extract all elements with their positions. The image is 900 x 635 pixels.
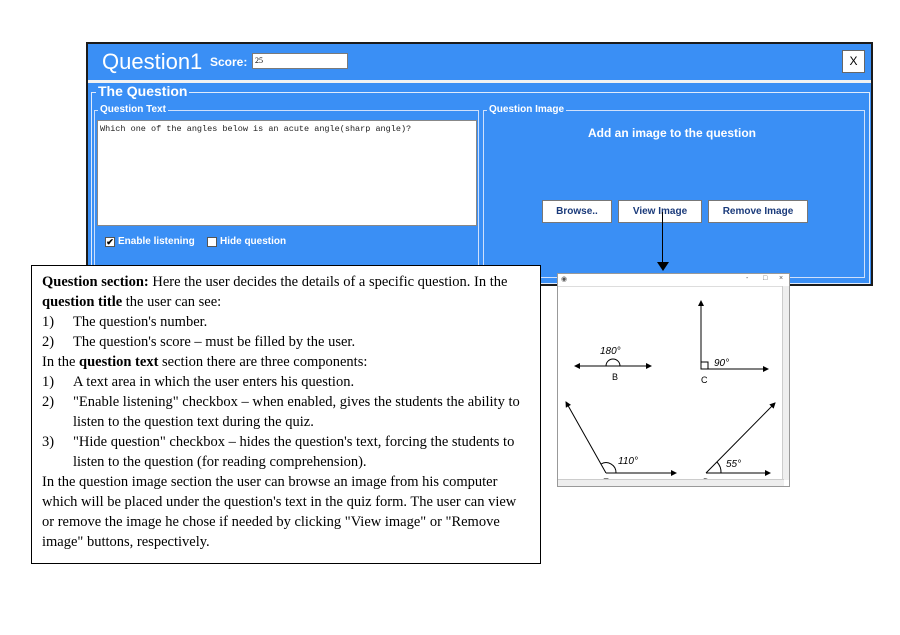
intro-bold: Question section:: [42, 274, 149, 290]
horizontal-scrollbar[interactable]: [558, 479, 784, 486]
list-item: 2) "Enable listening" checkbox – when ena…: [42, 394, 520, 430]
intro-rest: Here the user decides the details of a s…: [148, 274, 508, 290]
close-window-button[interactable]: ×: [779, 275, 783, 282]
angle-c-letter: C: [701, 375, 708, 385]
app-icon: ◉: [561, 276, 568, 283]
browse-button[interactable]: Browse..: [542, 200, 612, 223]
vertical-scrollbar[interactable]: [782, 286, 789, 480]
view-image-button[interactable]: View Image: [618, 200, 702, 223]
question-legend: The Question: [96, 83, 190, 99]
title-bold: question title: [42, 294, 123, 310]
angle-55: 55° D: [703, 402, 776, 480]
hide-question-label: Hide question: [220, 236, 287, 247]
pointer-arrow-line: [662, 212, 663, 267]
minimize-button[interactable]: -: [746, 275, 748, 282]
image-preview-window: ◉ - □ × 180° B 90° C 110° 55°: [557, 273, 790, 487]
score-input[interactable]: 25: [252, 53, 348, 69]
text-section-intro: In the question text section there are t…: [42, 354, 368, 370]
enable-listening-label: Enable listening: [118, 236, 195, 247]
remove-image-button[interactable]: Remove Image: [708, 200, 808, 223]
list-item: 1) The question's number.: [42, 314, 208, 330]
question-text-area[interactable]: Which one of the angles below is an acut…: [97, 120, 477, 226]
angle-90: 90° C: [698, 300, 769, 385]
pointer-arrow-head: [657, 262, 669, 271]
question-image-legend: Question Image: [487, 104, 567, 115]
angle-180: 180° B: [574, 346, 652, 382]
description-intro: Question section: Here the user decides …: [42, 272, 530, 312]
checkbox-checked-icon[interactable]: ✔: [105, 236, 115, 247]
score-label: Score:: [210, 55, 248, 69]
list-item: 2) The question's score – must be filled …: [42, 334, 356, 350]
angles-image: 180° B 90° C 110° E 55° D: [565, 300, 776, 480]
angle-90-value: 90°: [714, 358, 729, 369]
title-divider: [88, 80, 871, 83]
question-title: Question1: [102, 49, 203, 74]
angle-b-letter: B: [612, 372, 618, 382]
description-box: Question section: Here the user decides …: [31, 265, 541, 564]
angle-55-value: 55°: [726, 459, 741, 470]
hide-question-checkbox[interactable]: Hide question: [207, 236, 286, 247]
maximize-button[interactable]: □: [763, 275, 767, 282]
angle-110-value: 110°: [618, 456, 638, 467]
question-window: Question1 Score: 25 X The Question Quest…: [86, 42, 873, 286]
add-image-prompt: Add an image to the question: [588, 126, 757, 140]
image-section-paragraph: In the question image section the user c…: [42, 474, 517, 550]
question-text-legend: Question Text: [98, 104, 168, 115]
list-item: 3) "Hide question" checkbox – hides the q…: [42, 434, 515, 470]
angle-110: 110° E: [565, 401, 677, 480]
checkbox-unchecked-icon[interactable]: [207, 236, 217, 247]
close-button[interactable]: X: [842, 50, 865, 73]
title-rest: the user can see:: [122, 294, 222, 310]
angle-180-value: 180°: [600, 346, 621, 357]
enable-listening-checkbox[interactable]: ✔ Enable listening: [105, 236, 195, 247]
list-item: 1) A text area in which the user enters h…: [42, 374, 355, 390]
